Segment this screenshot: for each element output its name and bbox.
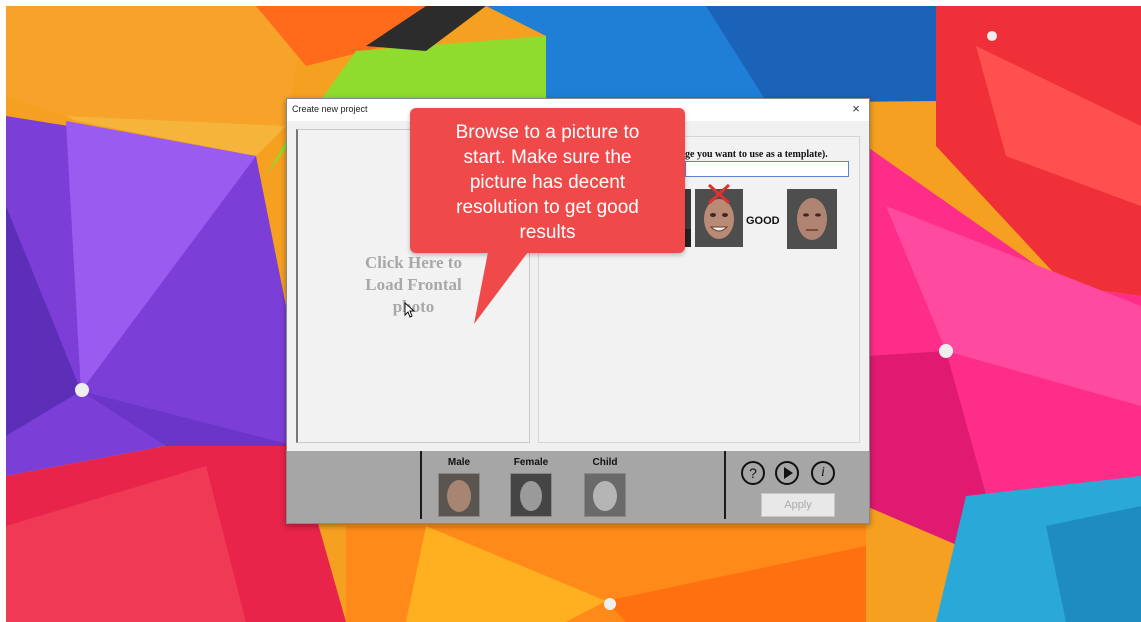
help-button[interactable]: ? (741, 461, 765, 485)
good-example-thumb (787, 189, 837, 249)
female-label: Female (513, 457, 549, 468)
mouse-cursor-icon (404, 302, 416, 318)
bottom-toolbar: Male Female Child ? i Apply (287, 451, 869, 523)
callout-line2: start. Make sure the (463, 147, 632, 168)
callout-line4: resolution to get good (456, 197, 639, 218)
template-child[interactable]: Child (579, 457, 631, 517)
bad-example-x-icon (707, 183, 731, 205)
male-thumb[interactable] (438, 473, 480, 517)
help-icon: ? (749, 465, 757, 481)
template-path-input[interactable] (685, 161, 849, 177)
callout-line3: picture has decent (469, 172, 626, 193)
child-thumb[interactable] (584, 473, 626, 517)
callout-line1: Browse to a picture to (455, 122, 640, 143)
toolbar-divider-right (724, 451, 726, 519)
male-label: Male (447, 457, 471, 468)
play-button[interactable] (775, 461, 799, 485)
template-instruction: ge you want to use as a template). (685, 149, 828, 160)
toolbar-divider-left (420, 451, 422, 519)
good-example-label: GOOD (746, 215, 780, 227)
template-male[interactable]: Male (433, 457, 485, 517)
info-button[interactable]: i (811, 461, 835, 485)
dialog-title: Create new project (292, 104, 368, 114)
callout-line5: results (519, 222, 576, 243)
close-button[interactable]: × (849, 101, 863, 117)
tutorial-callout: Browse to a picture to start. Make sure … (410, 108, 685, 253)
apply-button[interactable]: Apply (761, 493, 835, 517)
template-female[interactable]: Female (505, 457, 557, 517)
info-icon: i (821, 465, 825, 480)
child-label: Child (592, 457, 618, 468)
female-thumb[interactable] (510, 473, 552, 517)
callout-text: Browse to a picture to start. Make sure … (410, 120, 685, 245)
callout-pointer (474, 252, 528, 324)
play-icon (784, 467, 793, 479)
